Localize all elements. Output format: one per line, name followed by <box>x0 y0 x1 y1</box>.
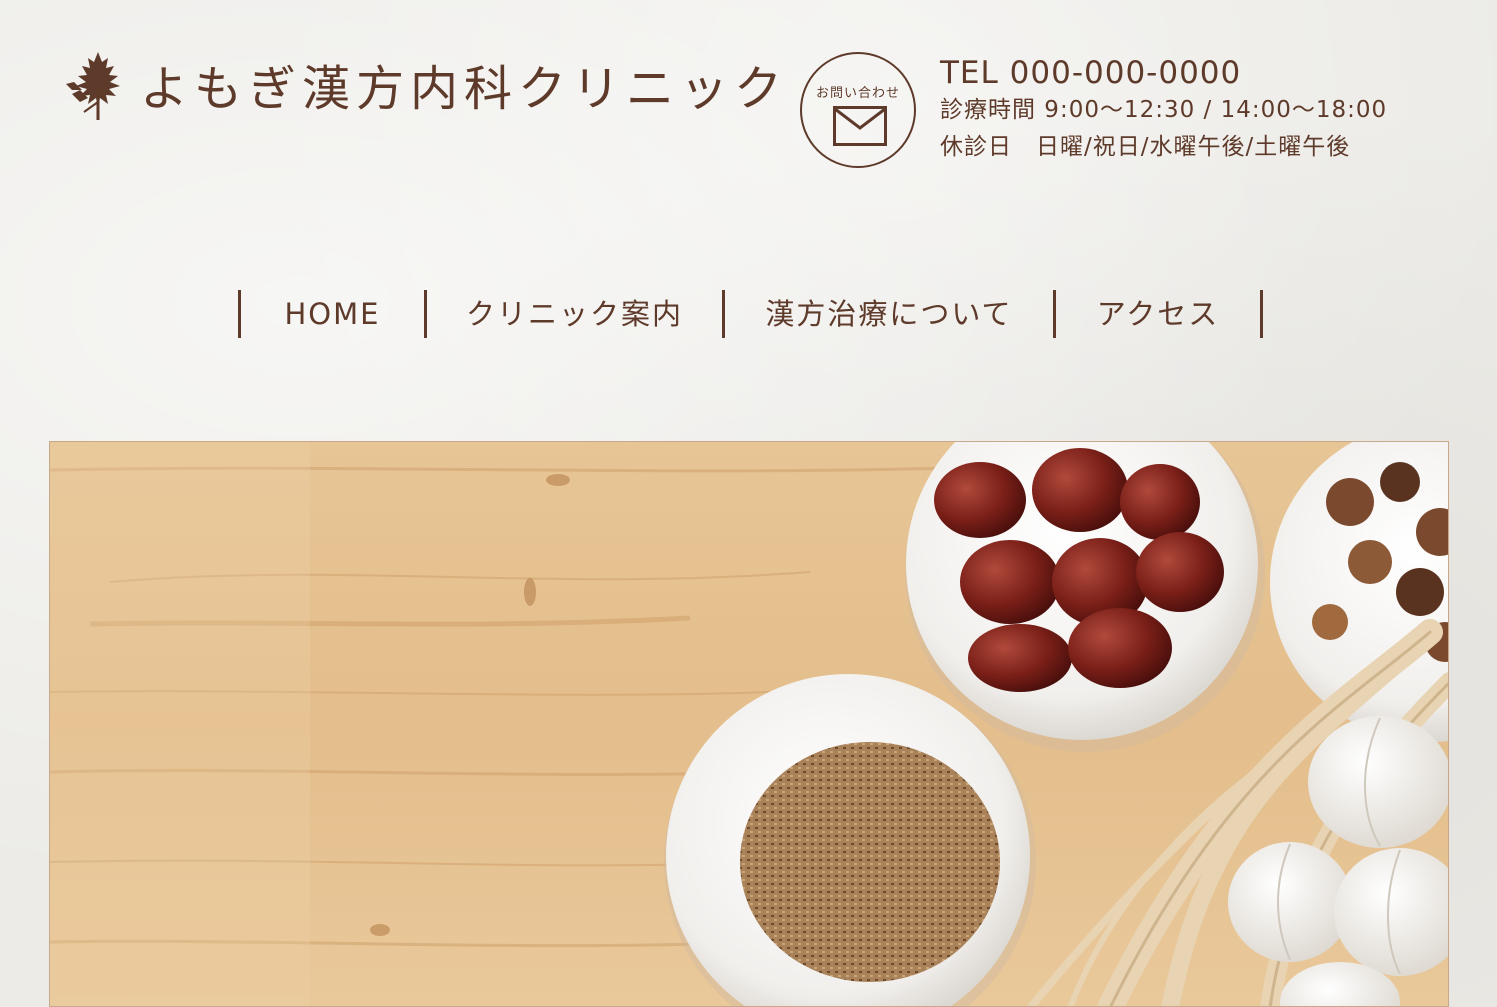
nav-item-home[interactable]: HOME <box>241 290 424 338</box>
site-header: よもぎ漢方内科クリニック お問い合わせ TEL 000-000-0000 診療時… <box>0 0 1497 200</box>
nav-divider <box>1260 290 1263 338</box>
hero-image <box>49 441 1449 1007</box>
closed-days: 休診日 日曜/祝日/水曜午後/土曜午後 <box>940 134 1351 160</box>
nav-item-access[interactable]: アクセス <box>1056 290 1260 338</box>
nav-item-clinic-info[interactable]: クリニック案内 <box>427 290 722 338</box>
site-logo[interactable]: よもぎ漢方内科クリニック <box>62 46 788 122</box>
mugwort-leaf-icon <box>66 52 120 120</box>
herbal-ingredients-image <box>50 442 1448 1006</box>
main-nav: HOME クリニック案内 漢方治療について アクセス <box>238 290 1263 338</box>
clinic-info: TEL 000-000-0000 診療時間 9:00〜12:30 / 14:00… <box>940 54 1387 166</box>
phone-number[interactable]: TEL 000-000-0000 <box>940 54 1387 92</box>
consultation-hours: 診療時間 9:00〜12:30 / 14:00〜18:00 <box>940 97 1388 123</box>
site-title: よもぎ漢方内科クリニック <box>140 61 789 117</box>
contact-button[interactable]: お問い合わせ <box>800 52 916 168</box>
contact-label: お問い合わせ <box>815 86 900 101</box>
envelope-icon <box>833 106 887 146</box>
nav-item-kampo-treatment[interactable]: 漢方治療について <box>725 290 1053 338</box>
